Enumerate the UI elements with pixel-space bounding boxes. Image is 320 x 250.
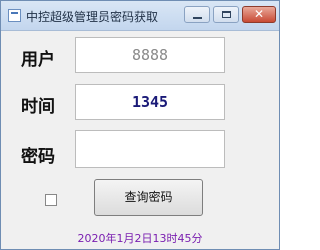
maximize-button[interactable]	[213, 6, 239, 23]
password-label: 密码	[21, 147, 55, 167]
time-field[interactable]: 1345	[75, 84, 225, 120]
password-field[interactable]	[75, 130, 225, 168]
minimize-icon	[193, 17, 202, 19]
datetime-status: 2020年1月2日13时45分	[77, 232, 203, 245]
app-window: 中控超级管理员密码获取 ✕ 用户 8888 时间 1345 密码 查询密码 20…	[0, 0, 280, 250]
app-icon	[8, 9, 21, 22]
query-password-button[interactable]: 查询密码	[94, 179, 203, 216]
close-button[interactable]: ✕	[242, 6, 276, 23]
close-icon: ✕	[253, 7, 265, 21]
user-field[interactable]: 8888	[75, 37, 225, 73]
option-checkbox[interactable]	[45, 194, 57, 206]
time-label: 时间	[21, 97, 55, 117]
minimize-button[interactable]	[184, 6, 210, 23]
window-title: 中控超级管理员密码获取	[26, 10, 159, 24]
maximize-icon	[222, 11, 231, 18]
user-label: 用户	[21, 50, 55, 70]
title-bar[interactable]: 中控超级管理员密码获取 ✕	[1, 1, 279, 31]
